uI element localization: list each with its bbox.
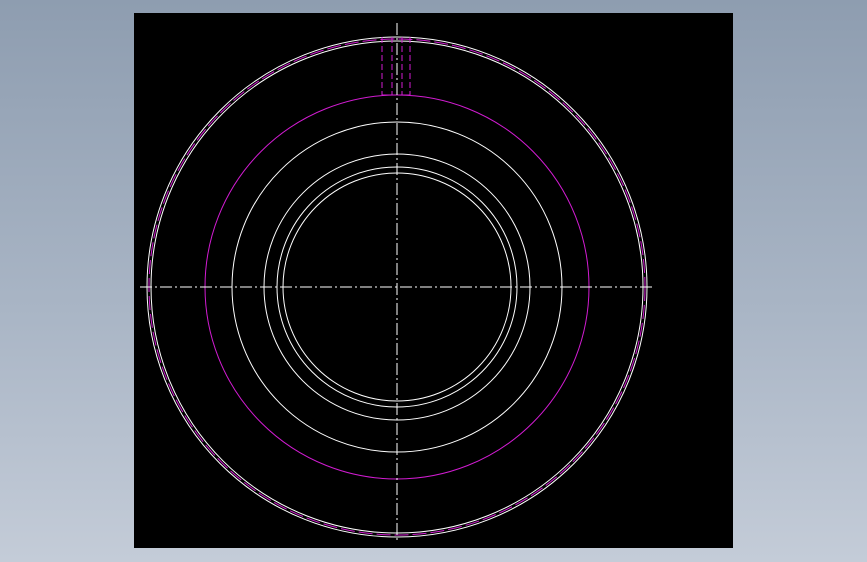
cad-viewport[interactable] bbox=[134, 13, 733, 548]
cad-drawing[interactable] bbox=[134, 13, 733, 548]
keyway-slot bbox=[381, 37, 411, 96]
